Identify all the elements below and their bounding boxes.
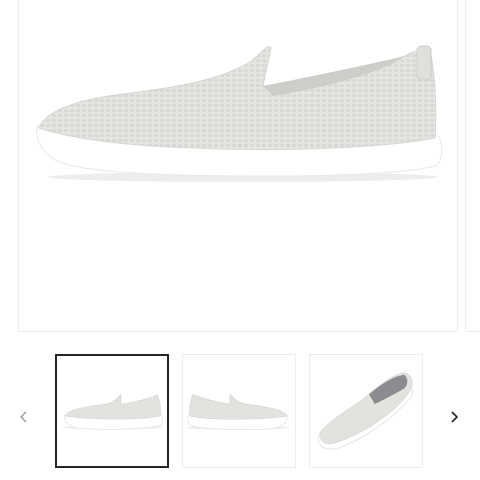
shoe-three-quarter-thumbnail <box>317 372 413 450</box>
shoe-side-right-thumbnail <box>62 394 164 430</box>
next-image-frame-edge <box>465 0 480 332</box>
next-image-button[interactable] <box>444 405 464 429</box>
thumbnail-strip <box>55 354 423 470</box>
thumbnail-2[interactable] <box>182 354 296 468</box>
product-gallery <box>0 0 480 480</box>
shoe-side-view-image <box>36 45 443 182</box>
main-image-frame <box>18 0 458 332</box>
previous-image-button[interactable] <box>14 405 34 429</box>
thumbnail-1[interactable] <box>55 354 169 468</box>
shoe-side-left-thumbnail <box>186 393 290 431</box>
chevron-left-icon <box>20 411 27 423</box>
thumbnail-3[interactable] <box>309 354 423 468</box>
chevron-right-icon <box>451 411 459 423</box>
